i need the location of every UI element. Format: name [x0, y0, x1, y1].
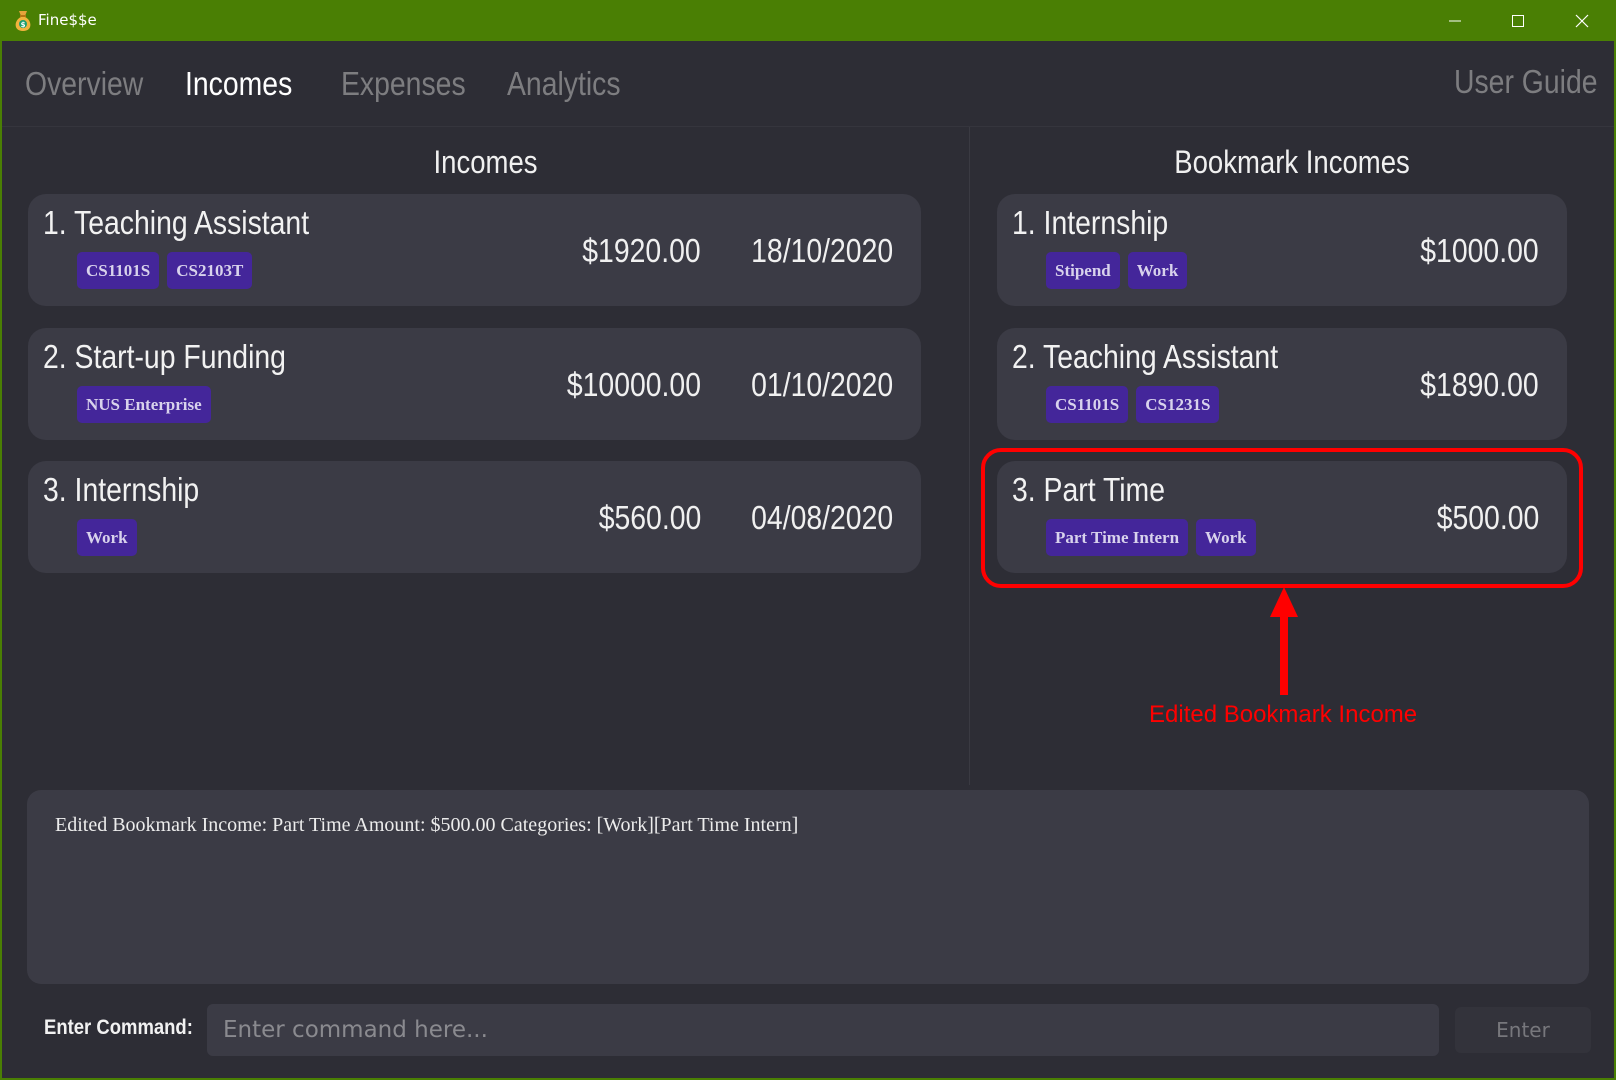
- income-date: 04/08/2020: [750, 499, 893, 536]
- tag-list: Part Time Intern Work: [1046, 519, 1256, 556]
- tag-list: CS1101S CS2103T: [77, 252, 253, 289]
- bookmark-income-card[interactable]: 2. Teaching Assistant CS1101S CS1231S $1…: [997, 328, 1567, 440]
- income-card[interactable]: 2. Start-up Funding NUS Enterprise $1000…: [28, 328, 921, 440]
- category-tag: CS1101S: [1046, 386, 1129, 423]
- income-amount: $560.00: [598, 499, 701, 536]
- result-display: Edited Bookmark Income: Part Time Amount…: [27, 790, 1589, 984]
- tab-expenses[interactable]: Expenses: [341, 65, 466, 103]
- command-input[interactable]: [207, 1004, 1439, 1056]
- bookmark-income-card[interactable]: 1. Internship Stipend Work $1000.00: [997, 194, 1567, 306]
- money-bag-icon: $: [15, 11, 31, 31]
- income-amount: $1920.00: [582, 232, 701, 269]
- tag-list: NUS Enterprise: [77, 386, 211, 423]
- category-tag: Work: [1127, 252, 1188, 289]
- arrow-up-icon: [1270, 587, 1298, 695]
- category-tag: Stipend: [1046, 252, 1120, 289]
- income-date: 01/10/2020: [750, 366, 893, 403]
- tab-bar: Overview Incomes Expenses Analytics User…: [2, 41, 1614, 127]
- category-tag: Part Time Intern: [1046, 519, 1189, 556]
- minimize-button[interactable]: [1425, 0, 1485, 41]
- result-text: Edited Bookmark Income: Part Time Amount…: [55, 814, 799, 836]
- command-label: Enter Command:: [44, 1016, 193, 1039]
- bookmark-panel-title: Bookmark Incomes: [1174, 144, 1410, 180]
- close-icon: [1575, 14, 1589, 27]
- annotation-label: Edited Bookmark Income: [1149, 701, 1418, 728]
- user-guide-button[interactable]: User Guide: [1454, 63, 1598, 101]
- category-tag: CS2103T: [167, 252, 253, 289]
- income-date: 18/10/2020: [750, 232, 893, 269]
- category-tag: Work: [1196, 519, 1256, 556]
- category-tag: CS1231S: [1136, 386, 1220, 423]
- tag-list: Work: [77, 519, 137, 556]
- income-title: 3. Internship: [43, 471, 200, 508]
- category-tag: Work: [77, 519, 137, 556]
- svg-text:$: $: [21, 21, 26, 29]
- minimize-icon: [1449, 20, 1461, 21]
- income-card[interactable]: 1. Teaching Assistant CS1101S CS2103T $1…: [28, 194, 921, 306]
- bookmark-title: 2. Teaching Assistant: [1012, 338, 1279, 375]
- category-tag: CS1101S: [77, 252, 160, 289]
- panel-divider: [969, 127, 970, 785]
- tag-list: Stipend Work: [1046, 252, 1188, 289]
- bookmark-title: 1. Internship: [1012, 204, 1169, 241]
- bookmark-amount: $1890.00: [1420, 366, 1539, 403]
- income-title: 1. Teaching Assistant: [43, 204, 310, 241]
- maximize-button[interactable]: [1488, 0, 1548, 41]
- title-bar: $ Fine$$e: [0, 0, 1616, 41]
- tag-list: CS1101S CS1231S: [1046, 386, 1220, 423]
- income-amount: $10000.00: [566, 366, 701, 403]
- tab-analytics[interactable]: Analytics: [507, 65, 621, 103]
- bookmark-amount: $1000.00: [1420, 232, 1539, 269]
- income-card[interactable]: 3. Internship Work $560.00 04/08/2020: [28, 461, 921, 573]
- tab-overview[interactable]: Overview: [25, 65, 143, 103]
- bookmark-income-card[interactable]: 3. Part Time Part Time Intern Work $500.…: [997, 461, 1567, 573]
- enter-button[interactable]: Enter: [1455, 1007, 1591, 1053]
- bookmark-amount: $500.00: [1436, 499, 1539, 536]
- app-window: Overview Incomes Expenses Analytics User…: [2, 41, 1614, 1078]
- category-tag: NUS Enterprise: [77, 386, 211, 423]
- incomes-panel-title: Incomes: [433, 144, 538, 180]
- maximize-icon: [1512, 14, 1524, 27]
- tab-incomes[interactable]: Incomes: [185, 65, 292, 103]
- bookmark-title: 3. Part Time: [1012, 471, 1165, 508]
- close-button[interactable]: [1552, 0, 1612, 41]
- app-title: Fine$$e: [38, 11, 97, 29]
- income-title: 2. Start-up Funding: [43, 338, 286, 375]
